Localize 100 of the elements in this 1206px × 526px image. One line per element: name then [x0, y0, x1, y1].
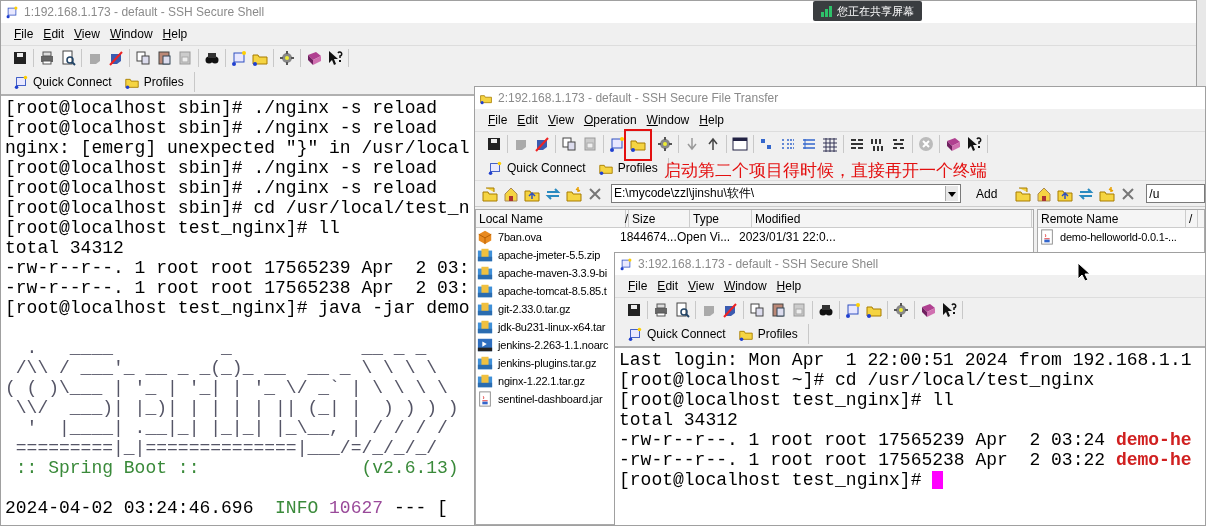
copy-icon[interactable] — [134, 49, 152, 67]
file-name[interactable]: git-2.33.0.tar.gz — [476, 301, 612, 317]
column-header[interactable]: Local Name — [476, 210, 626, 227]
copy-icon[interactable] — [560, 135, 578, 153]
terminal-line: total 34312 — [5, 238, 124, 258]
save-icon[interactable] — [485, 135, 503, 153]
file-name[interactable]: demo-helloworld-0.0.1-... — [1038, 229, 1177, 245]
archive-icon — [477, 265, 493, 281]
column-header[interactable]: Type — [690, 210, 752, 227]
terminal-line: [root@localhost sbin]# ./nginx -s reload — [5, 118, 438, 138]
column-header[interactable]: / — [1186, 210, 1198, 227]
print-preview-icon[interactable] — [59, 49, 77, 67]
terminal-line: [root@localhost sbin]# ./nginx -s reload — [5, 98, 438, 118]
menu-item[interactable]: View — [683, 277, 719, 295]
menu-item[interactable]: Help — [771, 277, 807, 295]
quick-connect-button[interactable]: Quick Connect — [485, 158, 592, 178]
menu-item[interactable]: Edit — [38, 25, 70, 43]
terminal-line: 2024-04-02 03:24:46.696 INFO 10627 --- [ — [5, 498, 448, 518]
terminal-line: [root@localhost ~]# cd /usr/local/test_nginx — [619, 370, 1095, 390]
help-pointer-icon[interactable] — [940, 301, 958, 319]
settings-icon[interactable] — [278, 49, 296, 67]
menu-item[interactable]: Help — [157, 25, 193, 43]
disconnect-icon[interactable] — [107, 49, 125, 67]
file-name[interactable]: sentinel-dashboard.jar — [476, 391, 612, 407]
profiles-button[interactable]: Profiles — [595, 158, 664, 178]
printer-icon[interactable] — [652, 301, 670, 319]
column-header[interactable]: Remote Name — [1038, 210, 1186, 227]
terminal-line: [root@localhost test_nginx]# ll — [619, 390, 954, 410]
quick-connect-button[interactable]: Quick Connect — [625, 324, 732, 344]
menu-item[interactable]: Window — [641, 111, 695, 129]
menu-item[interactable]: File — [623, 277, 653, 295]
terminal-window-icon — [627, 326, 643, 342]
terminal-window-icon — [619, 257, 633, 271]
terminal-line: total 34312 — [619, 410, 738, 430]
archive-icon — [477, 355, 493, 371]
terminal-window-icon[interactable] — [230, 49, 248, 67]
paste-icon[interactable] — [155, 49, 173, 67]
window-icon[interactable] — [731, 135, 749, 153]
menu-item[interactable]: File — [9, 25, 39, 43]
file-name[interactable]: nginx-1.22.1.tar.gz — [476, 373, 612, 389]
archive-icon — [477, 373, 493, 389]
menu-item[interactable]: Window — [104, 25, 158, 43]
help-pointer-icon[interactable] — [326, 49, 344, 67]
terminal-window-icon — [5, 5, 19, 19]
file-name[interactable]: apache-tomcat-8.5.85.t — [476, 283, 612, 299]
save-icon[interactable] — [11, 49, 29, 67]
print-preview-icon[interactable] — [673, 301, 691, 319]
save-icon[interactable] — [625, 301, 643, 319]
paste-icon[interactable] — [769, 301, 787, 319]
add-button[interactable]: Add — [968, 185, 1006, 202]
menu-item[interactable]: View — [543, 111, 579, 129]
window-title: 1:192.168.1.173 - default - SSH Secure Shell — [24, 5, 265, 19]
copy-icon[interactable] — [748, 301, 766, 319]
terminal-line: nginx: [emerg] unexpected "}" in /usr/local — [5, 138, 470, 158]
local-path-field[interactable]: E:\mycode\zzl\jinshu\软件\ — [611, 184, 961, 203]
file-name[interactable]: jenkins-plugins.tar.gz — [476, 355, 612, 371]
remote-path-field[interactable]: /u — [1146, 184, 1205, 203]
text-cursor — [932, 471, 944, 489]
quick-connect-button[interactable]: Quick Connect — [11, 72, 118, 92]
column-header[interactable]: Modified — [752, 210, 1032, 227]
signal-icon — [821, 5, 832, 17]
file-name[interactable]: 7ban.ova — [476, 229, 612, 245]
terminal-window-icon — [487, 160, 503, 176]
column-header[interactable]: / — [626, 210, 629, 227]
terminal-line: -rw-r--r--. 1 root root 17565239 Apr 2 03: — [5, 258, 470, 278]
column-header[interactable]: Size — [629, 210, 690, 227]
terminal-line: -rw-r--r--. 1 root root 17565238 Apr 2 03:22 demo-he — [619, 450, 1192, 470]
profiles-button[interactable]: Profiles — [735, 324, 804, 344]
grid-view-icon[interactable] — [821, 135, 839, 153]
printer-icon[interactable] — [38, 49, 56, 67]
terminal-window-icon — [13, 74, 29, 90]
badge-text: 您正在共享屏幕 — [837, 3, 914, 19]
terminal-line: [root@localhost sbin]# cd /usr/local/test_n — [5, 198, 470, 218]
menu-item[interactable]: Help — [694, 111, 729, 129]
menu-item[interactable]: View — [69, 25, 105, 43]
terminal-line: [root@localhost test_nginx]# java -jar demo — [5, 298, 470, 318]
menu-item[interactable]: Edit — [652, 277, 684, 295]
archive-icon — [477, 283, 493, 299]
settings-icon[interactable] — [656, 135, 674, 153]
settings-icon[interactable] — [892, 301, 910, 319]
menu-item[interactable]: Edit — [512, 111, 544, 129]
menu-item[interactable]: Operation — [578, 111, 642, 129]
terminal-line: :: Spring Boot :: (v2.6.13) — [14, 458, 459, 478]
terminal-line: -rw-r--r--. 1 root root 17565239 Apr 2 03:24 demo-he — [619, 430, 1192, 450]
file-name[interactable]: jdk-8u231-linux-x64.tar — [476, 319, 612, 335]
disconnect-icon[interactable] — [533, 135, 551, 153]
disk-image-icon — [477, 229, 493, 245]
terminal-window-icon[interactable] — [844, 301, 862, 319]
menu-item[interactable]: File — [483, 111, 513, 129]
file-name[interactable]: apache-maven-3.3.9-bi — [476, 265, 612, 281]
menu-item[interactable]: Window — [718, 277, 772, 295]
profiles-button[interactable]: Profiles — [121, 72, 190, 92]
terminal-window-icon[interactable] — [608, 135, 626, 153]
disconnect-icon[interactable] — [721, 301, 739, 319]
help-pointer-icon[interactable] — [965, 135, 983, 153]
terminal-line: [root@localhost sbin]# ./nginx -s reload — [5, 158, 438, 178]
file-name[interactable]: apache-jmeter-5.5.zip — [476, 247, 612, 263]
file-modified: 2023/01/31 22:0... — [738, 230, 836, 244]
file-name[interactable]: jenkins-2.263-1.1.noarc — [476, 337, 612, 353]
terminal-line: -rw-r--r--. 1 root root 17565238 Apr 2 03: — [5, 278, 470, 298]
